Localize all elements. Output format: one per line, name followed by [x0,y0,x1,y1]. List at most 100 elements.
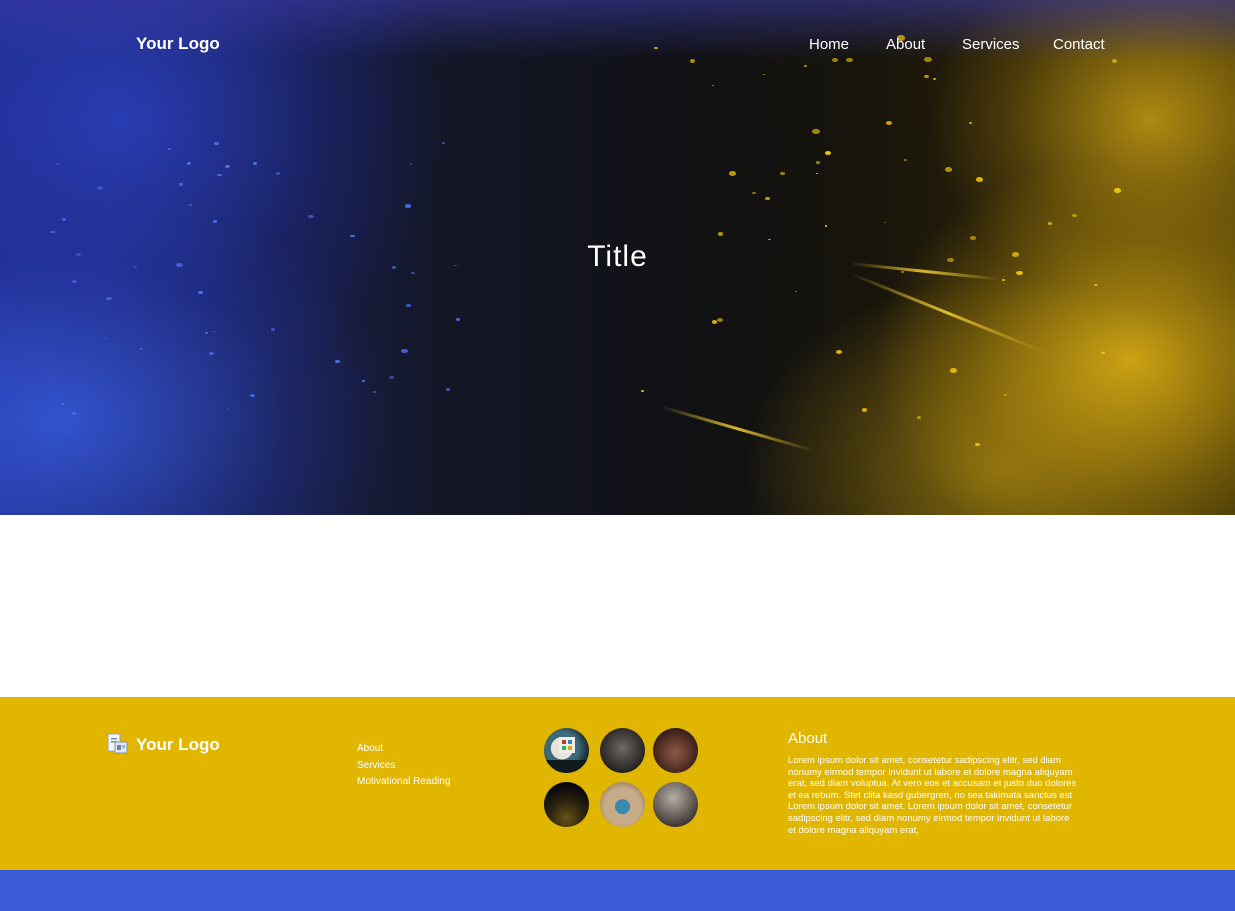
gold-spark [846,57,853,63]
gold-spark [903,158,908,161]
gold-spark [975,177,984,182]
blue-spark [249,393,255,397]
gold-spark [949,367,958,373]
gold-spark [832,58,838,62]
gold-spark [751,191,757,195]
blue-spark [226,407,230,410]
hero-banner: Your Logo Home About Services Contact Ti… [0,0,1235,515]
footer: Your Logo About Services Motivational Re… [0,697,1235,870]
blue-spark [213,330,216,332]
blue-spark [208,352,214,356]
gold-spark [1004,394,1007,397]
blue-spark [388,376,394,379]
blue-spark [406,304,411,308]
gallery-photo-audience[interactable] [600,728,645,773]
footer-about-text: Lorem ipsum dolor sit amet, consetetur s… [788,755,1077,836]
blue-spark [373,390,376,393]
gold-spark [1111,59,1117,63]
gold-spark [815,172,819,175]
blue-spark [275,172,280,175]
blue-spark [167,148,171,150]
blue-spark [308,215,315,219]
blue-spark [97,186,104,190]
blue-spark [214,142,219,145]
gold-spark [765,196,771,201]
header-logo[interactable]: Your Logo [136,34,220,54]
footer-links: About Services Motivational Reading [357,741,450,791]
blue-spark [335,360,340,364]
footer-link-about[interactable]: About [357,741,450,758]
nav-contact[interactable]: Contact [1053,36,1105,53]
blue-spark [61,402,64,405]
blue-spark [252,161,257,165]
gold-spark [717,317,723,322]
gold-spark [975,442,980,446]
gold-spark [916,416,922,420]
gold-spark [641,390,645,393]
nav-about[interactable]: About [886,36,925,53]
presentation-image [544,737,589,773]
blue-spark [139,348,143,351]
blue-spark [61,218,67,221]
gold-spark [1101,351,1106,355]
gold-spark [762,73,765,76]
gallery-photo-dark-hall[interactable] [544,782,589,827]
blue-spark [55,162,59,165]
gold-spark [924,57,932,63]
blue-spark [205,332,209,334]
nav-home[interactable]: Home [809,36,849,53]
blue-spark [198,291,203,294]
blue-spark [217,173,222,177]
blue-spark [441,141,446,144]
gold-spark [711,319,718,324]
footer-logo[interactable]: Your Logo [136,735,220,755]
gold-spark [729,171,737,176]
gold-spark [1113,188,1122,193]
blue-spark [50,230,55,234]
gold-spark [718,232,724,236]
blue-spark [212,219,218,223]
gold-spark [711,84,715,87]
gallery-photo-presentation[interactable] [544,728,589,773]
gold-spark [1071,214,1077,218]
gallery-photo-speaker[interactable] [600,782,645,827]
blue-spark [106,296,112,301]
blue-spark [446,388,451,391]
gold-spark [779,171,785,176]
gallery-photo-crowd[interactable] [653,728,698,773]
gold-spark [968,122,972,125]
gold-spark [883,221,886,224]
blue-spark [225,165,231,168]
footer-link-services[interactable]: Services [357,758,450,775]
hero-title: Title [587,240,648,273]
gold-spark [932,78,937,81]
blue-spark [71,412,76,415]
blue-spark [72,279,78,283]
blue-spark [405,204,411,208]
gold-spark [944,166,953,172]
gold-spark [804,64,807,67]
blue-spark [455,317,461,321]
blue-spark [401,349,408,354]
footer-link-motivational-reading[interactable]: Motivational Reading [357,774,450,791]
blue-spark [104,337,107,340]
gold-spark [689,58,696,63]
blue-spark [350,234,355,238]
gold-spark [825,151,832,156]
gold-spark [1001,278,1005,281]
gold-spark [816,161,820,164]
gold-spark [862,408,867,412]
gold-spark [794,290,797,293]
nav-services[interactable]: Services [962,36,1020,53]
blue-spark [178,183,184,186]
blue-spark [187,162,191,165]
gallery-photo-auditorium[interactable] [653,782,698,827]
gold-spark [812,129,820,134]
logo-icon [107,733,128,754]
gold-spark [1093,283,1098,287]
gold-spark [824,225,827,227]
bottom-bar [0,870,1235,911]
gold-spark [1048,222,1053,225]
blue-spark [271,328,276,331]
gold-spark [835,350,842,355]
